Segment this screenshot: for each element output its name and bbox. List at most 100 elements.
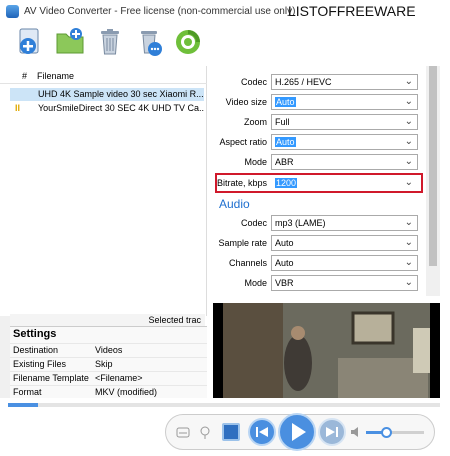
file-row[interactable]: II YourSmileDirect 30 SEC 4K UHD TV Ca..… xyxy=(10,102,204,115)
audio-mode-select[interactable]: VBR ⌄ xyxy=(271,275,418,291)
toolbar xyxy=(0,24,450,64)
chevron-down-icon: ⌄ xyxy=(404,116,413,127)
previous-icon xyxy=(256,427,268,437)
file-name: YourSmileDirect 30 SEC 4K UHD TV Ca... xyxy=(38,103,204,113)
setting-value: Videos xyxy=(95,345,123,355)
settings-row-filename-template[interactable]: Filename Template <Filename> xyxy=(10,371,207,384)
window-title: AV Video Converter - Free license (non-c… xyxy=(24,6,296,17)
setting-value: <Filename> xyxy=(95,373,143,383)
video-preview xyxy=(213,303,440,398)
chevron-down-icon: ⌄ xyxy=(404,257,413,268)
aspect-ratio-select[interactable]: Auto ⌄ xyxy=(271,134,418,150)
video-mode-select[interactable]: ABR ⌄ xyxy=(271,154,418,170)
selected-tracks-label: Selected trac xyxy=(148,315,201,325)
convert-button[interactable] xyxy=(172,26,204,58)
setting-key: Destination xyxy=(13,345,59,355)
column-header-filename[interactable]: Filename xyxy=(37,71,74,81)
setting-value: Skip xyxy=(95,359,113,369)
settings-panel: Settings Destination Videos Existing Fil… xyxy=(10,326,207,398)
audio-track-icon[interactable] xyxy=(199,426,211,440)
seek-progress xyxy=(8,403,39,407)
video-frame-image xyxy=(223,303,430,398)
video-size-value: Auto xyxy=(275,97,296,107)
convert-icon xyxy=(176,30,200,54)
zoom-label: Zoom xyxy=(243,117,267,127)
audio-codec-select[interactable]: mp3 (LAME) ⌄ xyxy=(271,215,418,231)
add-folder-button[interactable] xyxy=(54,26,86,58)
chevron-down-icon: ⌄ xyxy=(404,277,413,288)
video-mode-label: Mode xyxy=(244,157,267,167)
selected-tracks-bar: Selected trac xyxy=(10,314,205,326)
codec-value: H.265 / HEVC xyxy=(275,77,332,87)
video-size-select[interactable]: Auto ⌄ xyxy=(271,94,418,110)
delete-button[interactable] xyxy=(94,26,126,58)
clear-list-icon xyxy=(141,31,162,56)
watermark-text: LISTOFFREEWARE xyxy=(288,3,416,19)
play-icon xyxy=(292,423,306,441)
column-header-number[interactable]: # xyxy=(22,71,27,81)
codec-label: Codec xyxy=(240,77,267,87)
conversion-settings-panel: Codec H.265 / HEVC ⌄ Video size Auto ⌄ Z… xyxy=(213,66,426,296)
player-controls xyxy=(165,413,435,451)
setting-value: MKV (modified) xyxy=(95,387,158,397)
add-folder-icon xyxy=(56,28,84,54)
zoom-select[interactable]: Full ⌄ xyxy=(271,114,418,130)
volume-icon[interactable] xyxy=(350,426,362,438)
settings-row-destination[interactable]: Destination Videos xyxy=(10,343,207,356)
audio-mode-value: VBR xyxy=(275,278,294,288)
paused-status-icon: II xyxy=(15,103,21,113)
sample-rate-value: Auto xyxy=(275,238,294,248)
aspect-ratio-value: Auto xyxy=(275,137,296,147)
subtitle-icon[interactable] xyxy=(176,427,190,439)
audio-section-heading: Audio xyxy=(219,197,250,211)
bitrate-value: 1200 xyxy=(275,178,298,188)
chevron-down-icon: ⌄ xyxy=(404,96,413,107)
chevron-down-icon: ⌄ xyxy=(404,237,413,248)
volume-slider[interactable] xyxy=(366,427,424,438)
stop-button[interactable] xyxy=(222,423,240,441)
settings-row-format[interactable]: Format MKV (modified) xyxy=(10,385,207,398)
scrollbar-thumb[interactable] xyxy=(429,66,437,266)
codec-select[interactable]: H.265 / HEVC ⌄ xyxy=(271,74,418,90)
video-mode-value: ABR xyxy=(275,157,294,167)
video-size-label: Video size xyxy=(225,97,267,107)
chevron-down-icon: ⌄ xyxy=(404,217,413,228)
settings-row-existing-files[interactable]: Existing Files Skip xyxy=(10,357,207,370)
file-row[interactable]: UHD 4K Sample video 30 sec Xiaomi R... xyxy=(10,88,204,101)
add-file-button[interactable] xyxy=(14,26,46,58)
sample-rate-select[interactable]: Auto ⌄ xyxy=(271,235,418,251)
channels-label: Channels xyxy=(228,258,267,268)
channels-value: Auto xyxy=(275,258,294,268)
next-icon xyxy=(326,427,338,437)
chevron-down-icon: ⌄ xyxy=(404,156,413,167)
audio-codec-label: Codec xyxy=(240,218,267,228)
seek-bar[interactable] xyxy=(8,403,440,407)
title-bar: AV Video Converter - Free license (non-c… xyxy=(0,0,450,24)
next-button[interactable] xyxy=(318,418,346,446)
previous-button[interactable] xyxy=(248,418,276,446)
file-list: # Filename UHD 4K Sample video 30 sec Xi… xyxy=(0,66,207,316)
setting-key: Format xyxy=(13,387,42,397)
volume-knob[interactable] xyxy=(381,427,393,438)
settings-title: Settings xyxy=(13,328,57,340)
settings-scrollbar[interactable] xyxy=(426,66,440,296)
setting-key: Filename Template xyxy=(13,373,89,383)
bitrate-label: Bitrate, kbps xyxy=(216,178,267,188)
chevron-down-icon: ⌄ xyxy=(404,177,413,188)
file-name: UHD 4K Sample video 30 sec Xiaomi R... xyxy=(38,89,204,99)
play-button[interactable] xyxy=(278,413,316,451)
add-file-icon xyxy=(19,28,39,54)
chevron-down-icon: ⌄ xyxy=(404,136,413,147)
bitrate-input[interactable]: 1200 ⌄ xyxy=(271,175,418,191)
sample-rate-label: Sample rate xyxy=(218,238,267,248)
chevron-down-icon: ⌄ xyxy=(404,76,413,87)
app-icon xyxy=(6,5,19,18)
aspect-ratio-label: Aspect ratio xyxy=(219,137,267,147)
delete-icon xyxy=(101,29,119,55)
zoom-value: Full xyxy=(275,117,290,127)
channels-select[interactable]: Auto ⌄ xyxy=(271,255,418,271)
clear-list-button[interactable] xyxy=(134,26,166,58)
audio-mode-label: Mode xyxy=(244,278,267,288)
list-header: # Filename xyxy=(0,66,207,84)
setting-key: Existing Files xyxy=(13,359,67,369)
